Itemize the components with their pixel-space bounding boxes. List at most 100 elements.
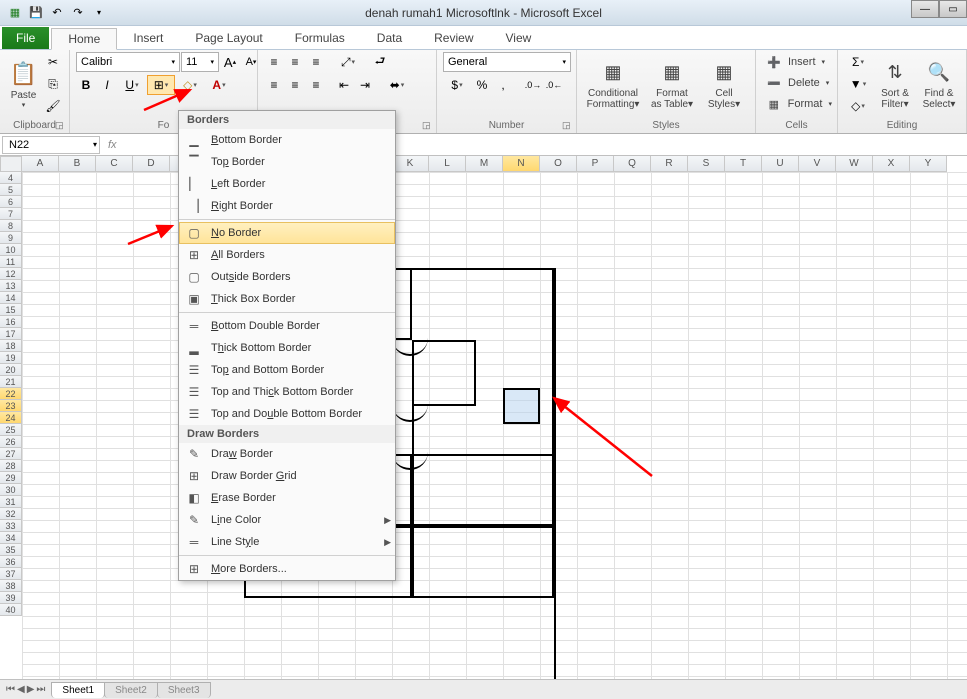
conditional-formatting-button[interactable]: ▦ Conditional Formatting▾ — [583, 52, 643, 114]
menu-item-top-border[interactable]: ▔Top Border — [179, 151, 395, 173]
row-header-21[interactable]: 21 — [0, 376, 22, 388]
row-header-11[interactable]: 11 — [0, 256, 22, 268]
save-icon[interactable]: 💾 — [27, 4, 45, 22]
align-middle-button[interactable]: ≡ — [285, 52, 305, 72]
row-header-18[interactable]: 18 — [0, 340, 22, 352]
menu-item-right-border[interactable]: ▕Right Border — [179, 195, 395, 217]
row-header-33[interactable]: 33 — [0, 520, 22, 532]
menu-item-left-border[interactable]: ▏Left Border — [179, 173, 395, 195]
sheet-nav-next[interactable]: ▶ — [27, 684, 35, 695]
font-name-combo[interactable]: Calibri▾ — [76, 52, 180, 72]
menu-item-top-and-double-bottom-border[interactable]: ☰Top and Double Bottom Border — [179, 403, 395, 425]
column-header-R[interactable]: R — [651, 156, 688, 172]
row-header-19[interactable]: 19 — [0, 352, 22, 364]
fx-icon[interactable]: fx — [108, 139, 117, 151]
font-color-button[interactable]: A▾ — [205, 75, 233, 95]
menu-item-line-color[interactable]: ✎Line Color▶ — [179, 509, 395, 531]
column-header-S[interactable]: S — [688, 156, 725, 172]
wrap-text-button[interactable]: ⮐ — [370, 52, 390, 72]
menu-item-thick-bottom-border[interactable]: ▂Thick Bottom Border — [179, 337, 395, 359]
fill-color-button[interactable]: ◇▾ — [176, 75, 204, 95]
tab-data[interactable]: Data — [361, 27, 418, 49]
copy-button[interactable]: ⎘ — [43, 74, 63, 94]
percent-format-button[interactable]: % — [472, 75, 492, 95]
tab-insert[interactable]: Insert — [117, 27, 179, 49]
row-header-9[interactable]: 9 — [0, 232, 22, 244]
name-box-dropdown-icon[interactable]: ▾ — [93, 140, 97, 149]
number-dialog-launcher[interactable]: ◲ — [562, 120, 574, 132]
column-header-M[interactable]: M — [466, 156, 503, 172]
autosum-button[interactable]: Σ▾ — [844, 52, 872, 72]
column-header-U[interactable]: U — [762, 156, 799, 172]
menu-item-top-and-bottom-border[interactable]: ☰Top and Bottom Border — [179, 359, 395, 381]
decrease-indent-button[interactable]: ⇤ — [334, 75, 354, 95]
row-header-20[interactable]: 20 — [0, 364, 22, 376]
row-header-5[interactable]: 5 — [0, 184, 22, 196]
undo-icon[interactable]: ↶ — [48, 4, 66, 22]
insert-cells-button[interactable]: ➕Insert▾ — [762, 52, 836, 72]
menu-item-all-borders[interactable]: ⊞All Borders — [179, 244, 395, 266]
tab-page-layout[interactable]: Page Layout — [179, 27, 278, 49]
sheet-tab-1[interactable]: Sheet1 — [51, 682, 105, 698]
format-cells-button[interactable]: ▦Format▾ — [762, 94, 836, 114]
align-bottom-button[interactable]: ≡ — [306, 52, 326, 72]
delete-cells-button[interactable]: ➖Delete▾ — [762, 73, 836, 93]
sheet-tab-2[interactable]: Sheet2 — [104, 682, 158, 698]
column-header-V[interactable]: V — [799, 156, 836, 172]
menu-item-outside-borders[interactable]: ▢Outside Borders — [179, 266, 395, 288]
menu-item-no-border[interactable]: ▢No Border — [179, 222, 395, 244]
menu-item-top-and-thick-bottom-border[interactable]: ☰Top and Thick Bottom Border — [179, 381, 395, 403]
tab-home[interactable]: Home — [51, 28, 117, 50]
bold-button[interactable]: B — [76, 75, 96, 95]
row-header-10[interactable]: 10 — [0, 244, 22, 256]
row-header-7[interactable]: 7 — [0, 208, 22, 220]
cells-area[interactable] — [22, 172, 967, 679]
row-header-6[interactable]: 6 — [0, 196, 22, 208]
row-header-8[interactable]: 8 — [0, 220, 22, 232]
row-header-26[interactable]: 26 — [0, 436, 22, 448]
column-header-K[interactable]: K — [392, 156, 429, 172]
tab-file[interactable]: File — [2, 27, 49, 49]
comma-format-button[interactable]: , — [493, 75, 513, 95]
column-header-Y[interactable]: Y — [910, 156, 947, 172]
qat-customize-icon[interactable]: ▾ — [90, 4, 108, 22]
column-header-L[interactable]: L — [429, 156, 466, 172]
menu-item-draw-border-grid[interactable]: ⊞Draw Border Grid — [179, 465, 395, 487]
format-as-table-button[interactable]: ▦ Format as Table▾ — [645, 52, 699, 114]
column-header-P[interactable]: P — [577, 156, 614, 172]
row-header-27[interactable]: 27 — [0, 448, 22, 460]
clear-button[interactable]: ◇▾ — [844, 96, 872, 116]
cut-button[interactable]: ✂ — [43, 52, 63, 72]
sort-filter-button[interactable]: ⇅ Sort & Filter▾ — [874, 52, 916, 114]
menu-item-draw-border[interactable]: ✎Draw Border — [179, 443, 395, 465]
increase-indent-button[interactable]: ⇥ — [355, 75, 375, 95]
row-header-25[interactable]: 25 — [0, 424, 22, 436]
minimize-button[interactable]: — — [911, 0, 939, 18]
redo-icon[interactable]: ↷ — [69, 4, 87, 22]
sheet-nav-last[interactable]: ⏭ — [36, 684, 45, 695]
worksheet-grid[interactable]: ABCDEFGHIJKLMNOPQRSTUVWXY 45678910111213… — [0, 156, 967, 679]
align-right-button[interactable]: ≡ — [306, 75, 326, 95]
column-header-T[interactable]: T — [725, 156, 762, 172]
number-format-combo[interactable]: General▾ — [443, 52, 571, 72]
column-header-W[interactable]: W — [836, 156, 873, 172]
cell-styles-button[interactable]: ▦ Cell Styles▾ — [701, 52, 747, 114]
sheet-nav-first[interactable]: ⏮ — [6, 684, 15, 695]
align-center-button[interactable]: ≡ — [285, 75, 305, 95]
row-header-13[interactable]: 13 — [0, 280, 22, 292]
row-header-15[interactable]: 15 — [0, 304, 22, 316]
menu-item-bottom-double-border[interactable]: ═Bottom Double Border — [179, 315, 395, 337]
row-header-12[interactable]: 12 — [0, 268, 22, 280]
name-box[interactable]: N22 ▾ — [2, 136, 100, 154]
row-header-14[interactable]: 14 — [0, 292, 22, 304]
increase-decimal-button[interactable]: .0→ — [523, 75, 543, 95]
column-header-Q[interactable]: Q — [614, 156, 651, 172]
sheet-tab-3[interactable]: Sheet3 — [157, 682, 211, 698]
row-header-39[interactable]: 39 — [0, 592, 22, 604]
paste-button[interactable]: 📋 Paste ▾ — [6, 52, 41, 114]
row-header-4[interactable]: 4 — [0, 172, 22, 184]
maximize-button[interactable]: ▭ — [939, 0, 967, 18]
column-header-O[interactable]: O — [540, 156, 577, 172]
italic-button[interactable]: I — [97, 75, 117, 95]
find-select-button[interactable]: 🔍 Find & Select▾ — [918, 52, 960, 114]
